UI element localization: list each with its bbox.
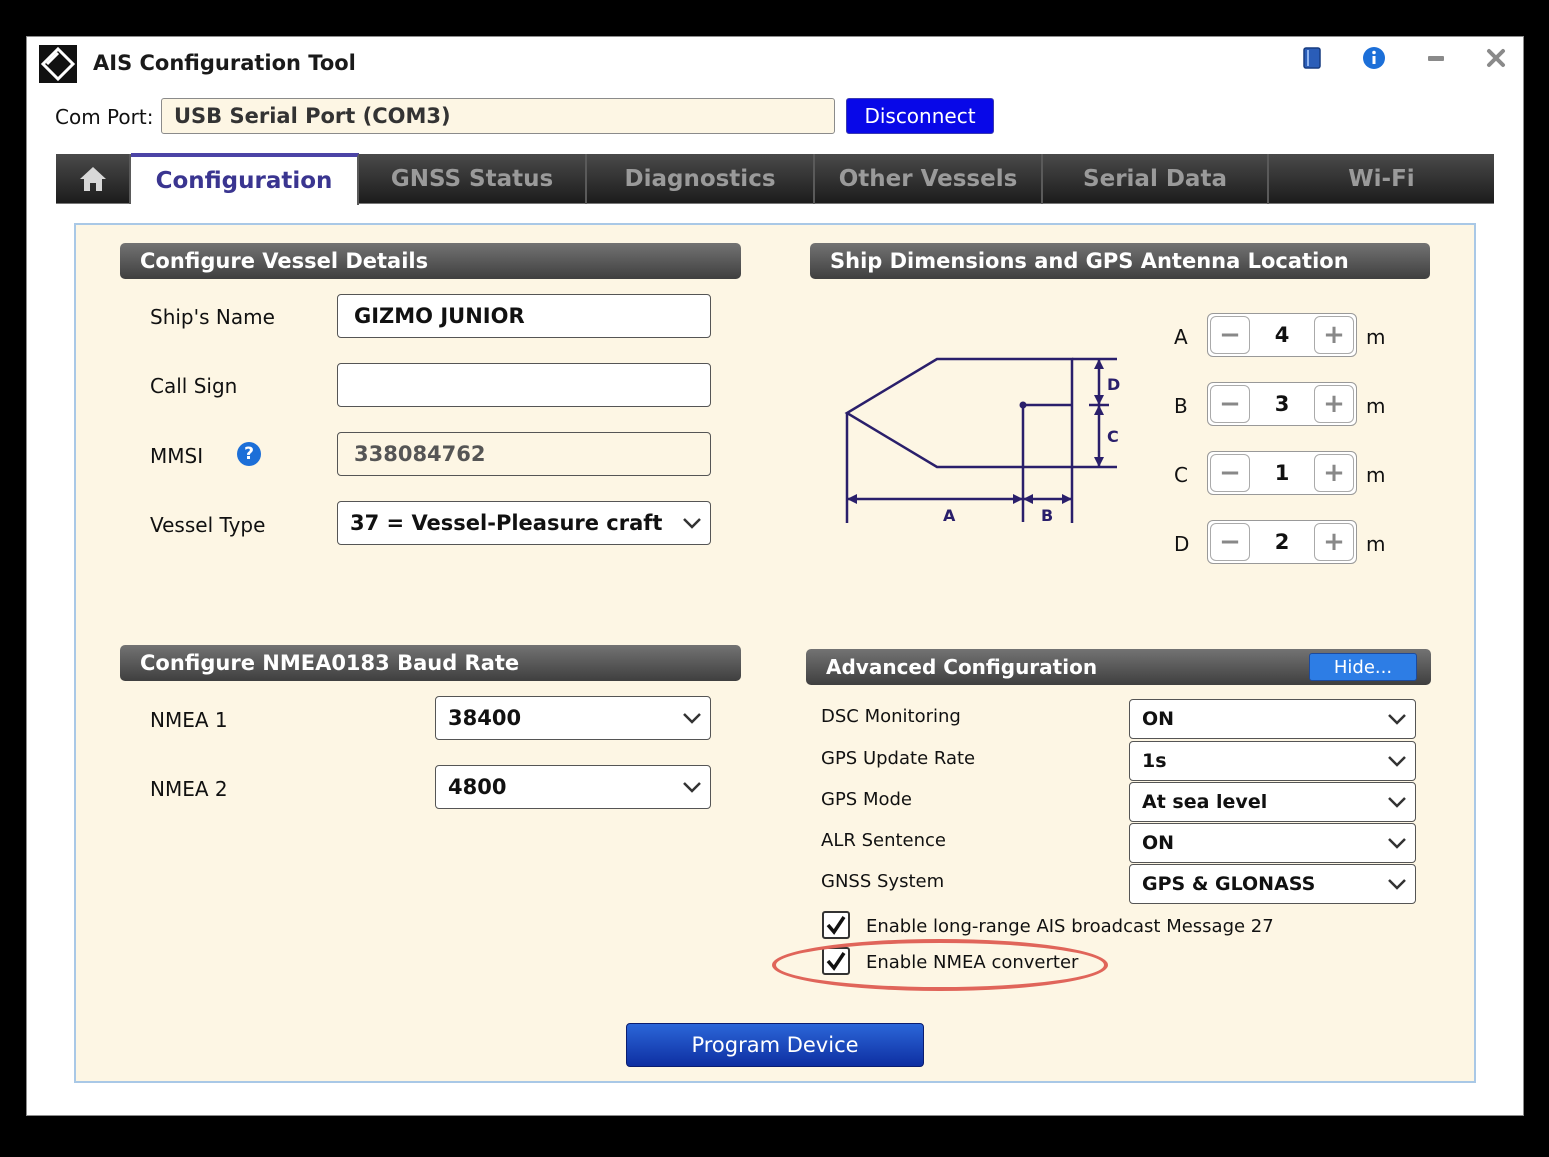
checkmark-icon [826,916,846,935]
gnss-system-select[interactable]: GPS & GLONASS [1129,864,1416,904]
tab-bar: Configuration GNSS Status Diagnostics Ot… [56,153,1494,205]
tab-other-vessels[interactable]: Other Vessels [815,154,1043,204]
dim-c-plus-button[interactable]: + [1314,454,1354,492]
chevron-down-icon [683,518,701,529]
gps-update-rate-select[interactable]: 1s [1129,741,1416,781]
dim-a-stepper: − 4 + [1207,313,1357,357]
dsc-monitoring-label: DSC Monitoring [821,706,961,727]
dim-c-minus-button[interactable]: − [1210,454,1250,492]
vessel-type-select[interactable]: 37 = Vessel-Pleasure craft [337,501,711,545]
vessel-details-header: Configure Vessel Details [120,243,741,279]
dim-d-minus-button[interactable]: − [1210,523,1250,561]
dim-a-label: A [1174,325,1188,349]
chevron-down-icon [1388,797,1406,808]
ships-name-label: Ship's Name [150,305,275,329]
dim-b-plus-button[interactable]: + [1314,385,1354,423]
diagram-label-c: C [1107,427,1119,446]
dim-d-value[interactable]: 2 [1248,521,1316,563]
dim-c-unit: m [1366,463,1386,487]
dim-b-label: B [1174,394,1188,418]
dim-a-value[interactable]: 4 [1248,314,1316,356]
tab-serial-data[interactable]: Serial Data [1043,154,1269,204]
gnss-system-label: GNSS System [821,871,945,892]
dim-a-minus-button[interactable]: − [1210,316,1250,354]
vessel-type-label: Vessel Type [150,513,266,537]
gps-mode-label: GPS Mode [821,789,912,810]
msg27-checkbox[interactable] [822,911,850,939]
dim-d-label: D [1174,532,1190,556]
dim-b-minus-button[interactable]: − [1210,385,1250,423]
alr-sentence-value: ON [1142,832,1175,854]
manual-book-icon[interactable] [1299,45,1325,71]
gps-update-rate-label: GPS Update Rate [821,748,976,769]
nmea1-select[interactable]: 38400 [435,696,711,740]
nmea2-label: NMEA 2 [150,777,228,801]
tab-configuration[interactable]: Configuration [131,153,359,205]
dim-a-unit: m [1366,325,1386,349]
tab-wifi[interactable]: Wi-Fi [1269,154,1494,204]
nmea2-select[interactable]: 4800 [435,765,711,809]
dim-a-plus-button[interactable]: + [1314,316,1354,354]
call-sign-label: Call Sign [150,374,238,398]
dim-c-value[interactable]: 1 [1248,452,1316,494]
diagram-label-b: B [1041,506,1053,525]
mmsi-help-icon[interactable]: ? [237,442,261,466]
nmea-converter-label: Enable NMEA converter [866,952,1079,973]
tab-diagnostics[interactable]: Diagnostics [587,154,815,204]
alr-sentence-select[interactable]: ON [1129,823,1416,863]
nmea-converter-checkbox[interactable] [822,947,850,975]
vessel-type-value: 37 = Vessel-Pleasure craft [350,511,663,535]
mmsi-label: MMSI [150,444,204,468]
tab-home[interactable] [56,154,131,204]
program-device-button[interactable]: Program Device [626,1023,924,1067]
baud-rate-header: Configure NMEA0183 Baud Rate [120,645,741,681]
diagram-label-d: D [1107,375,1120,394]
tab-gnss-status[interactable]: GNSS Status [359,154,587,204]
gnss-system-value: GPS & GLONASS [1142,873,1316,895]
info-icon[interactable] [1361,45,1387,71]
mmsi-field[interactable]: 338084762 [337,432,711,476]
diagram-label-a: A [943,506,956,525]
dim-d-plus-button[interactable]: + [1314,523,1354,561]
disconnect-button[interactable]: Disconnect [846,98,994,134]
chevron-down-icon [1388,714,1406,725]
ships-name-input[interactable]: GIZMO JUNIOR [337,294,711,338]
chevron-down-icon [683,713,701,724]
app-logo-icon [39,45,77,83]
dsc-monitoring-value: ON [1142,708,1175,730]
dim-c-stepper: − 1 + [1207,451,1357,495]
minimize-icon[interactable] [1423,45,1449,71]
nmea1-label: NMEA 1 [150,708,228,732]
dimensions-header: Ship Dimensions and GPS Antenna Location [810,243,1430,279]
ship-dimension-diagram: A B C D [844,357,1120,525]
dim-c-label: C [1174,463,1188,487]
dim-b-unit: m [1366,394,1386,418]
msg27-label: Enable long-range AIS broadcast Message … [866,916,1274,937]
dsc-monitoring-select[interactable]: ON [1129,699,1416,739]
checkmark-icon [826,952,846,971]
hide-advanced-button[interactable]: Hide... [1309,653,1417,681]
gps-mode-value: At sea level [1142,791,1268,813]
nmea2-value: 4800 [448,775,507,799]
call-sign-input[interactable] [337,363,711,407]
window-title: AIS Configuration Tool [93,51,356,75]
chevron-down-icon [1388,879,1406,890]
alr-sentence-label: ALR Sentence [821,830,946,851]
chevron-down-icon [1388,756,1406,767]
nmea1-value: 38400 [448,706,522,730]
gps-mode-select[interactable]: At sea level [1129,782,1416,822]
dim-b-stepper: − 3 + [1207,382,1357,426]
chevron-down-icon [683,782,701,793]
app-window: AIS Configuration Tool Com Port: USB Ser… [26,36,1524,1116]
com-port-label: Com Port: [55,105,154,129]
dim-d-unit: m [1366,532,1386,556]
dim-b-value[interactable]: 3 [1248,383,1316,425]
dim-d-stepper: − 2 + [1207,520,1357,564]
close-icon[interactable] [1483,45,1509,71]
gps-update-rate-value: 1s [1142,750,1167,772]
com-port-field[interactable]: USB Serial Port (COM3) [161,98,835,134]
chevron-down-icon [1388,838,1406,849]
home-icon [79,167,106,191]
